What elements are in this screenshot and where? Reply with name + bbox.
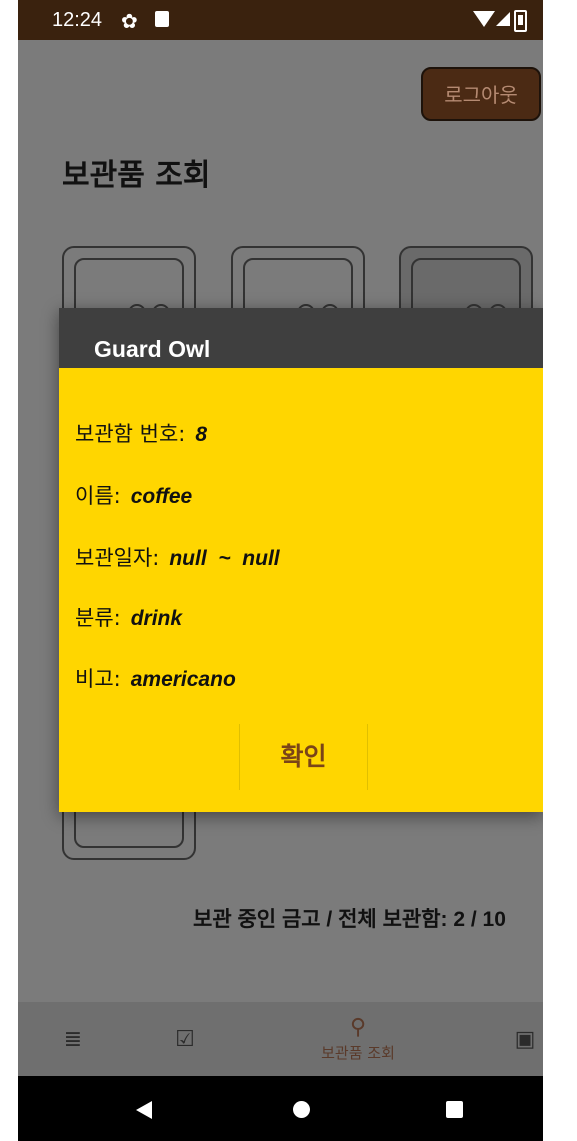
home-icon[interactable] [293,1101,310,1118]
system-navigation-bar [18,1076,543,1141]
dialog-body: 보관함 번호: 8 이름: coffee 보관일자: null ~ null 분류: d… [59,368,543,812]
field-storage-date: 보관일자: null ~ null [75,542,280,572]
nav-item-profile[interactable]: ▣ [508,1002,542,1076]
field-label: 분류: [75,606,121,630]
confirm-button[interactable]: 확인 [239,724,368,790]
field-label: 보관함 번호: [75,422,186,446]
dialog-header: Guard Owl [59,308,543,368]
nav-item-menu[interactable]: ≣ [48,1002,98,1076]
contact-icon: ▣ [514,1026,536,1052]
field-value: drink [130,607,183,630]
field-label: 보관일자: [75,546,160,570]
field-locker-number: 보관함 번호: 8 [75,418,207,448]
clipboard-check-icon: ☑ [175,1026,195,1052]
status-time: 12:24 [52,9,103,31]
dialog-title: Guard Owl [94,336,211,362]
field-value: coffee [130,485,193,508]
page-title: 보관품 조회 [62,158,211,193]
field-value: null ~ null [169,547,280,570]
field-value: 8 [195,423,208,446]
field-label: 비고: [75,667,121,691]
sd-card-icon [155,11,169,27]
bottom-navigation: ≣ ☑ ⚲ 보관품 조회 ▣ [18,1002,543,1076]
nav-label-search: 보관품 조회 [321,1044,395,1062]
locker-detail-dialog: Guard Owl 보관함 번호: 8 이름: coffee 보관일자: null ~… [59,308,543,812]
recents-icon[interactable] [446,1101,463,1118]
field-note: 비고: americano [75,663,236,693]
locker-summary: 보관 중인 금고 / 전체 보관함: 2 / 10 [193,908,506,931]
list-icon: ≣ [63,1026,83,1052]
status-bar: 12:24 ✿ [18,0,543,40]
search-icon: ⚲ [349,1015,367,1040]
back-icon[interactable] [136,1101,152,1119]
signal-icon [496,12,510,26]
battery-icon [514,10,527,32]
wifi-icon [473,11,495,27]
settings-icon: ✿ [121,9,138,33]
app-screen: 12:24 ✿ 로그아웃 보관품 조회 보관 중인 금고 / 전체 보관함: 2… [18,0,543,1141]
logout-button[interactable]: 로그아웃 [421,67,541,121]
field-name: 이름: coffee [75,480,192,510]
field-value: americano [130,668,236,691]
nav-item-checklist[interactable]: ☑ [160,1002,210,1076]
field-category: 분류: drink [75,602,182,632]
field-label: 이름: [75,484,121,508]
nav-item-search[interactable]: ⚲ 보관품 조회 [298,1002,418,1076]
